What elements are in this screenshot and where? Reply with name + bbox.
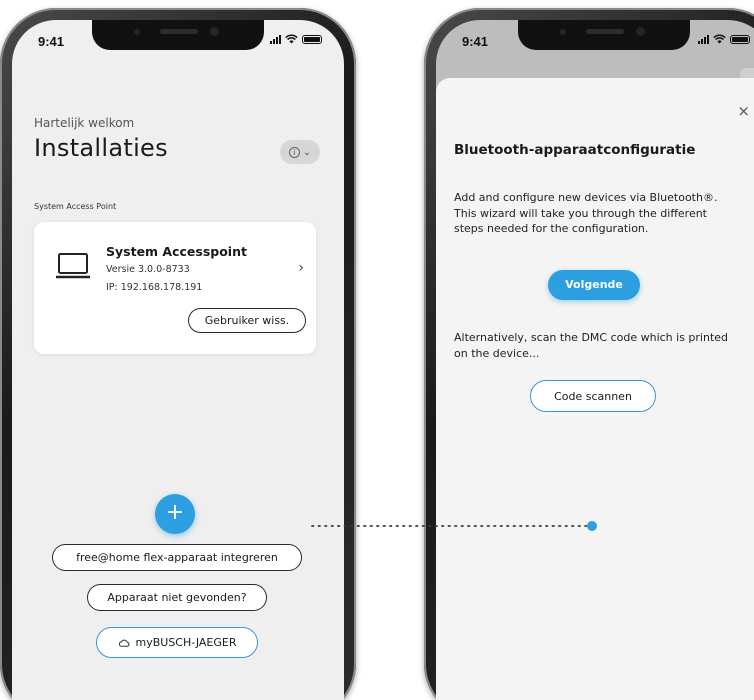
access-point-ip: IP: 192.168.178.191 [106, 282, 203, 293]
mybuschjaeger-button[interactable]: myBUSCH-JAEGER [96, 627, 258, 658]
modal-description: Add and configure new devices via Blueto… [454, 191, 718, 235]
connector-dot [587, 521, 597, 531]
wifi-icon [285, 34, 298, 44]
bluetooth-config-modal: × Bluetooth-apparaatconfiguratie Add and… [436, 78, 754, 700]
modal-title: Bluetooth-apparaatconfiguratie [454, 142, 696, 158]
greeting: Hartelijk welkom [34, 116, 135, 130]
section-label: System Access Point [34, 202, 117, 211]
status-icons [270, 34, 322, 44]
next-button[interactable]: Volgende [548, 270, 640, 300]
scan-code-button[interactable]: Code scannen [530, 380, 656, 412]
info-button[interactable]: i ⌄ [280, 140, 320, 164]
cloud-icon [118, 639, 129, 647]
modal-alt-text: Alternatively, scan the DMC code which i… [454, 331, 729, 360]
info-icon: i [288, 146, 300, 158]
access-point-name: System Accesspoint [106, 244, 247, 259]
status-time: 9:41 [38, 34, 65, 49]
dotted-connector [311, 521, 597, 531]
status-icons [698, 34, 750, 44]
status-time: 9:41 [462, 34, 489, 49]
notch [92, 20, 264, 50]
signal-icon [270, 34, 281, 44]
right-screen: 9:41 × Bluetooth-apparaatconfiguratie Ad… [436, 20, 754, 700]
access-point-version: Versie 3.0.0-8733 [106, 264, 190, 275]
battery-icon [730, 34, 750, 44]
add-device-button[interactable]: + [155, 494, 195, 534]
battery-icon [302, 34, 322, 44]
page-title: Installaties [34, 134, 168, 162]
integrate-device-button[interactable]: free@home flex-apparaat integreren [52, 544, 302, 571]
chevron-right-icon[interactable]: › [298, 260, 304, 276]
clear-user-button[interactable]: Gebruiker wiss. [188, 308, 306, 333]
phone-right: 9:41 × Bluetooth-apparaatconfiguratie Ad… [424, 8, 754, 700]
laptop-icon [56, 253, 90, 279]
phone-left: 9:41 Hartelijk welkom Installaties i ⌄ S… [0, 8, 356, 700]
signal-icon [698, 34, 709, 44]
mybuschjaeger-label: myBUSCH-JAEGER [135, 636, 237, 649]
chevron-down-icon: ⌄ [302, 146, 312, 158]
access-point-card[interactable]: System Accesspoint Versie 3.0.0-8733 IP:… [34, 222, 316, 354]
wifi-icon [713, 34, 726, 44]
notch [518, 20, 690, 50]
left-screen: 9:41 Hartelijk welkom Installaties i ⌄ S… [12, 20, 344, 700]
device-not-found-button[interactable]: Apparaat niet gevonden? [87, 584, 267, 611]
close-icon[interactable]: × [737, 102, 750, 120]
